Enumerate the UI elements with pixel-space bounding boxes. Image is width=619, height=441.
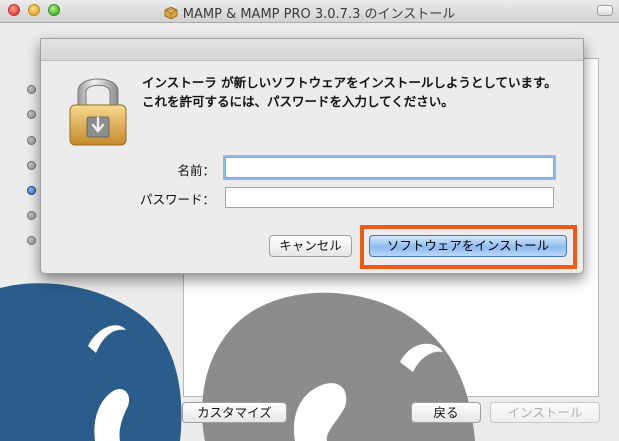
step-indicator [27,110,36,119]
dialog-header [41,39,583,61]
window-title-wrap: MAMP & MAMP PRO 3.0.7.3 のインストール [0,3,619,22]
name-label: 名前： [177,163,215,178]
step-indicator [27,161,36,170]
install-button: インストール [490,402,600,423]
install-software-button[interactable]: ソフトウェアをインストール [369,235,567,257]
step-indicator [27,211,36,220]
name-field[interactable] [225,157,554,178]
cancel-button[interactable]: キャンセル [269,235,352,257]
step-indicator [27,236,36,245]
authentication-dialog: インストーラ が新しいソフトウェアをインストールしようとしています。 これを許可… [40,38,584,274]
step-indicator-current [27,186,36,195]
step-indicator [27,85,36,94]
title-bar[interactable]: MAMP & MAMP PRO 3.0.7.3 のインストール [0,0,619,23]
toolbar-toggle-button[interactable] [597,5,613,16]
window-title: MAMP & MAMP PRO 3.0.7.3 のインストール [182,7,456,22]
back-button[interactable]: 戻る [411,402,481,423]
step-indicator [27,136,36,145]
password-label: パスワード： [139,192,215,207]
lock-icon [69,78,127,146]
package-icon [164,7,178,19]
mamp-elephant-logo-blue [0,283,182,441]
customize-button[interactable]: カスタマイズ [182,402,287,423]
password-field[interactable] [225,187,554,208]
auth-message: インストーラ が新しいソフトウェアをインストールしようとしています。 これを許可… [142,75,557,109]
